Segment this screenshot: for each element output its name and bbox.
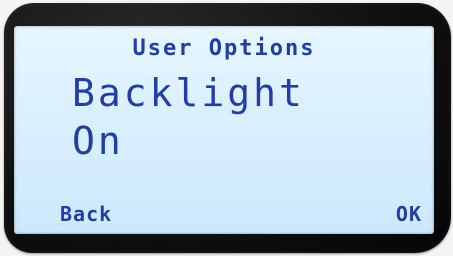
back-softkey[interactable]: Back [60,202,112,226]
lcd-screen: User Options Backlight On Back OK [14,26,434,234]
device-bezel: User Options Backlight On Back OK [4,3,451,253]
setting-value[interactable]: On [72,119,124,163]
setting-label: Backlight [72,71,305,115]
menu-title: User Options [132,36,316,61]
ok-softkey[interactable]: OK [396,202,422,226]
